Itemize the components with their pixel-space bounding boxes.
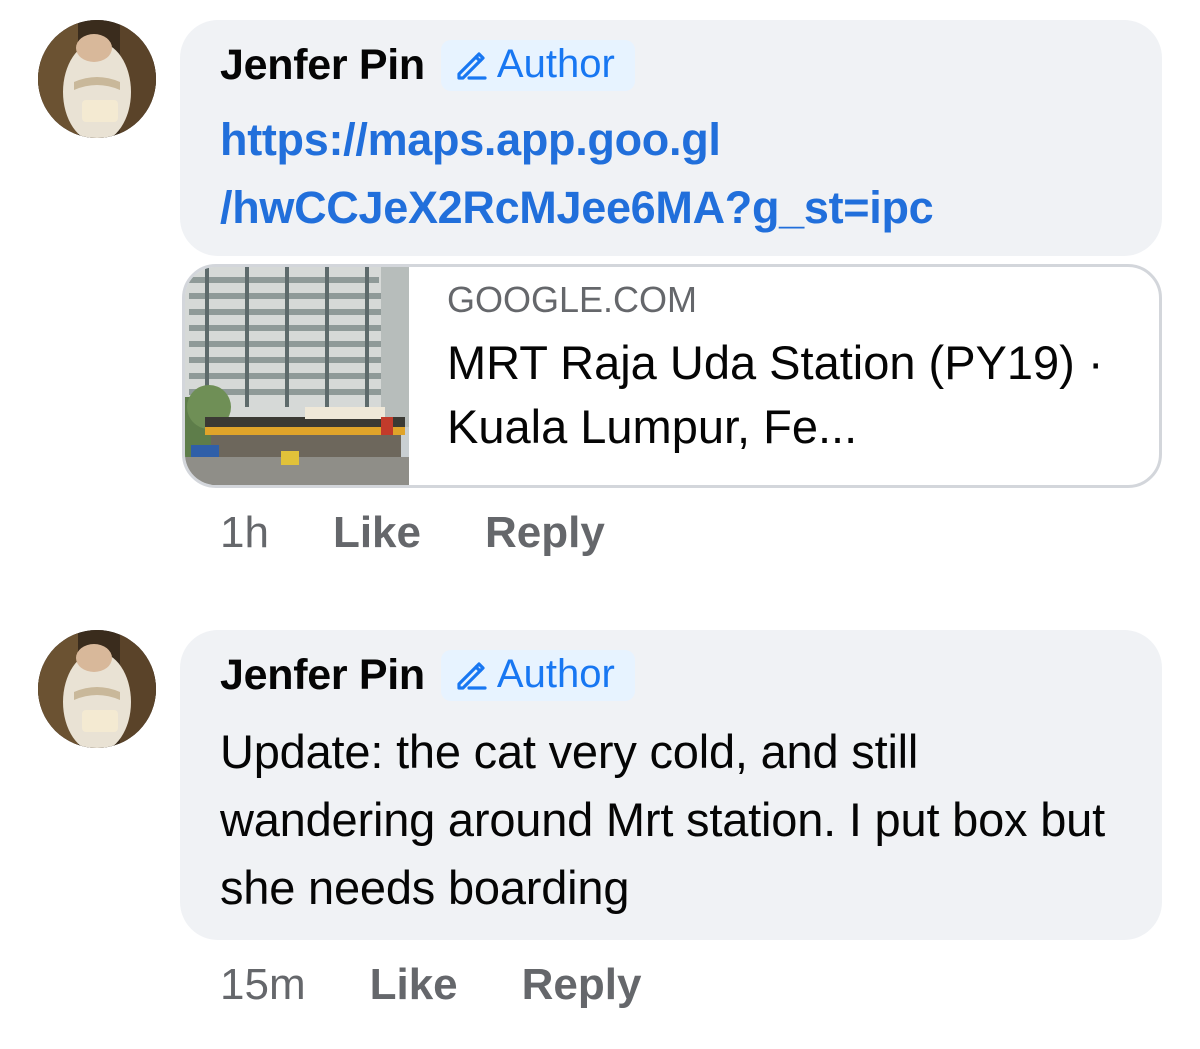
author-badge: Author xyxy=(440,40,635,91)
author-name[interactable]: Jenfer Pin xyxy=(220,41,425,90)
link-preview-title: MRT Raja Uda Station (PY19) · Kuala Lump… xyxy=(447,336,1104,453)
author-avatar[interactable] xyxy=(38,20,156,138)
author-avatar[interactable] xyxy=(38,630,156,748)
comment-timestamp[interactable]: 1h xyxy=(220,508,269,558)
comment-bubble: Jenfer Pin Author Update: the cat very c… xyxy=(180,630,1162,940)
comment-timestamp[interactable]: 15m xyxy=(220,960,306,1010)
comment-actions: 1h Like Reply xyxy=(220,508,605,558)
like-button[interactable]: Like xyxy=(370,960,458,1010)
like-button[interactable]: Like xyxy=(333,508,421,558)
comment-bubble: Jenfer Pin Author https://maps.app.goo.g… xyxy=(180,20,1162,256)
author-name[interactable]: Jenfer Pin xyxy=(220,651,425,700)
pencil-icon xyxy=(457,661,487,690)
author-badge: Author xyxy=(440,650,635,701)
maps-link[interactable]: https://maps.app.goo.gl /hwCCJeX2RcMJee6… xyxy=(220,106,934,242)
comment-text: Update: the cat very cold, and still wan… xyxy=(220,725,1105,914)
badge-label: Author xyxy=(496,652,615,696)
badge-label: Author xyxy=(496,42,615,86)
maps-link-line-1[interactable]: https://maps.app.goo.gl xyxy=(220,106,933,174)
comment-header: Jenfer Pin Author xyxy=(220,40,635,91)
comment-actions: 15m Like Reply xyxy=(220,960,641,1010)
reply-button[interactable]: Reply xyxy=(485,508,605,558)
link-preview-thumbnail xyxy=(185,267,409,485)
pencil-icon xyxy=(457,51,487,80)
reply-button[interactable]: Reply xyxy=(522,960,642,1010)
maps-link-line-2[interactable]: /hwCCJeX2RcMJee6MA?g_st=ipc xyxy=(220,174,934,242)
comment-header: Jenfer Pin Author xyxy=(220,650,635,701)
link-preview-card[interactable]: GOOGLE.COM MRT Raja Uda Station (PY19) ·… xyxy=(182,264,1162,488)
link-preview-domain: GOOGLE.COM xyxy=(447,279,698,320)
